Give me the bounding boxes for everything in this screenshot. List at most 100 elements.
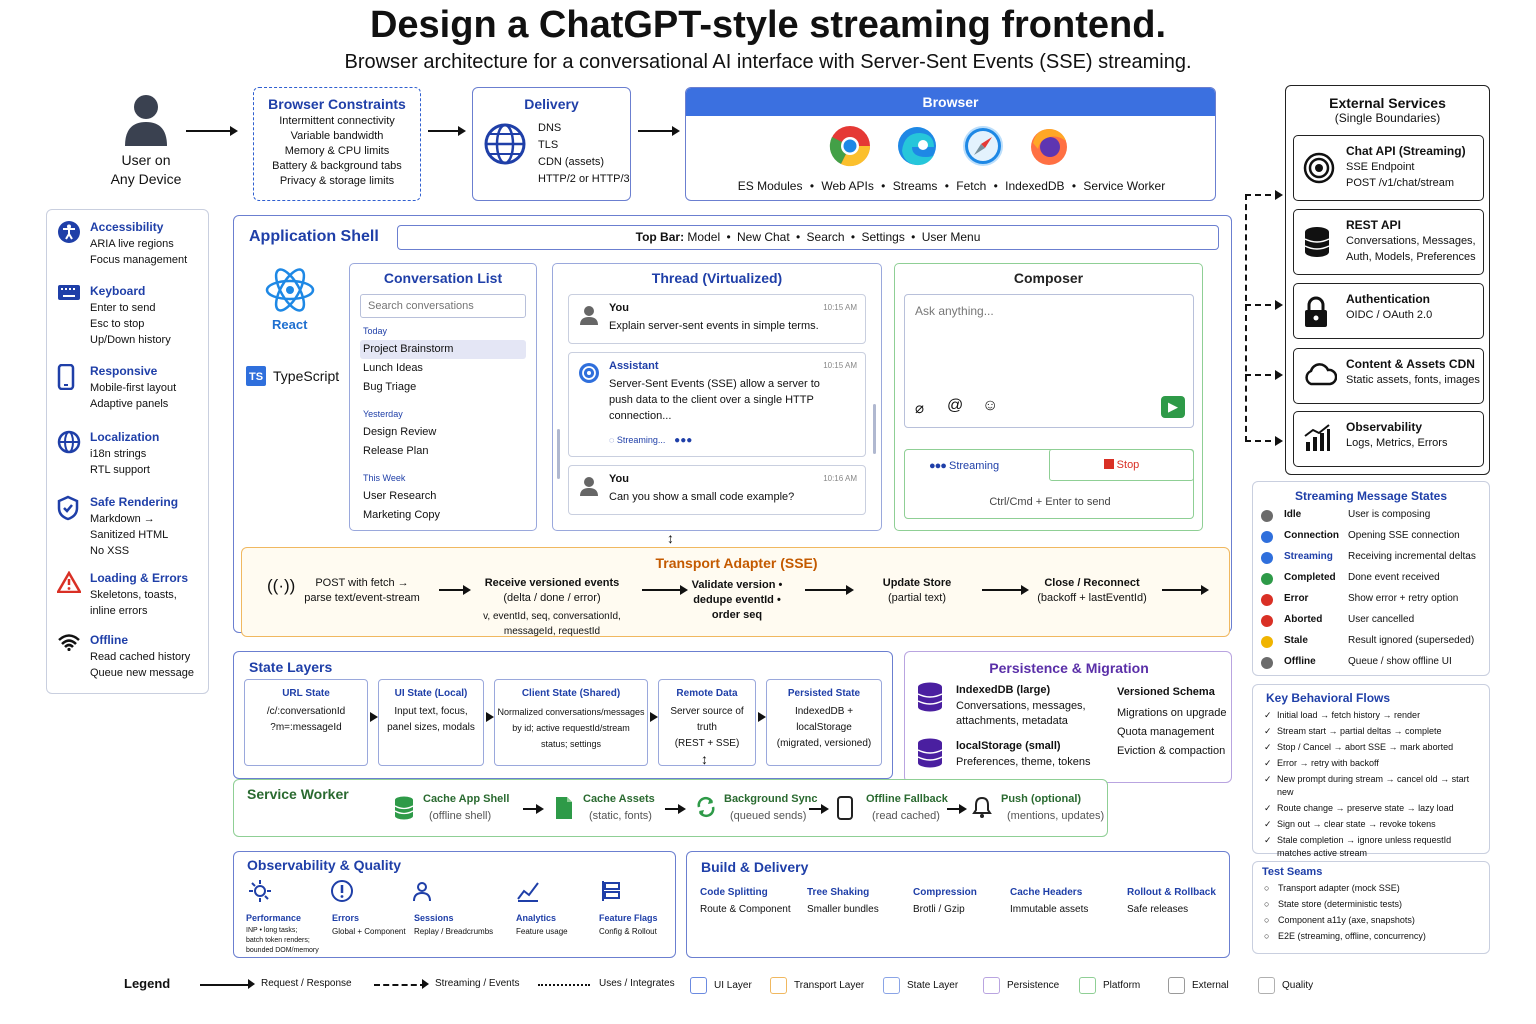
circle-icon: ○: [1264, 915, 1270, 925]
conversation-item[interactable]: Bug Triage: [360, 378, 526, 397]
delivery-title: Delivery: [524, 96, 579, 112]
observability-name: Analytics: [516, 913, 557, 923]
external-service-name: Content & Assets CDN: [1346, 357, 1475, 371]
conversation-item[interactable]: Marketing Copy: [360, 506, 526, 525]
composer-input[interactable]: Ask anything... ⌀ @ ☺ ▶: [904, 294, 1194, 428]
browser-feature: Streams: [892, 179, 938, 193]
check-icon: ✓: [1264, 710, 1272, 720]
top-bar-item[interactable]: Settings: [861, 230, 904, 244]
state-layer-card: Persisted State IndexedDB + localStorage (…: [766, 679, 882, 766]
flows-list: ✓ Initial load → fetch history → render ✓ S…: [1264, 709, 1489, 860]
observability-name: Errors: [332, 913, 360, 923]
sw-step-name: Cache App Shell: [423, 793, 510, 805]
flows-title: Key Behavioral Flows: [1266, 691, 1391, 705]
user-icon: [125, 95, 167, 146]
legend-layer-label: Transport Layer: [794, 980, 865, 991]
flow-text: New prompt during stream → cancel old → …: [1277, 774, 1470, 797]
top-bar-item[interactable]: New Chat: [737, 230, 790, 244]
persistence-box: Persistence & Migration IndexedDB (large…: [904, 651, 1232, 783]
cloud-icon: [1303, 361, 1338, 392]
flags-icon: [599, 879, 623, 908]
sidebar-item-detail: Queue new message: [90, 667, 194, 679]
transport-step: Receive versioned events (delta / done / …: [477, 576, 627, 639]
stop-icon: [1103, 459, 1114, 469]
send-icon[interactable]: ▶: [1161, 396, 1185, 418]
check-icon: ✓: [1264, 758, 1272, 768]
state-dot: [1261, 573, 1273, 585]
flow-item: ✓ Sign out → clear state → revoke tokens: [1264, 818, 1489, 831]
spinner-icon: ◌: [609, 435, 617, 445]
conversation-item[interactable]: Design Review: [360, 423, 526, 442]
error-icon: [330, 879, 354, 908]
arrow-constraints-delivery: [428, 126, 466, 136]
sw-step-name: Push (optional): [1001, 793, 1082, 805]
sidebar-item-detail: i18n strings: [90, 448, 147, 460]
external-title: External Services: [1329, 95, 1446, 111]
constraint-item: Variable bandwidth: [290, 130, 384, 142]
conversation-item[interactable]: User Research: [360, 487, 526, 506]
top-bar-item[interactable]: Search: [807, 230, 845, 244]
external-service-name: REST API: [1346, 218, 1401, 232]
top-bar-item[interactable]: Model: [687, 230, 720, 244]
dots-icon: ●●●: [929, 460, 947, 472]
state-desc: Queue / show offline UI: [1348, 656, 1452, 667]
browser-feature: IndexedDB: [1005, 179, 1065, 193]
conversation-group-label: This Week: [363, 473, 406, 483]
arrow: [642, 585, 688, 595]
flow-item: ✓ Stop / Cancel → abort SSE → mark aborte…: [1264, 741, 1489, 754]
sidebar-item-detail: Focus management: [90, 254, 188, 266]
external-service-card: Chat API (Streaming) SSE Endpoint POST /v1…: [1293, 135, 1484, 201]
sidebar-item-detail: ARIA live regions: [90, 238, 174, 250]
flow-item: ✓ Error → retry with backoff: [1264, 757, 1489, 770]
state-dot: [1261, 552, 1273, 564]
legend-layer-label: UI Layer: [714, 980, 752, 991]
arrow: [805, 585, 854, 595]
attach-icon[interactable]: ⌀: [915, 399, 924, 417]
build-item-sub: Brotli / Gzip: [913, 904, 965, 915]
emoji-icon[interactable]: ☺: [982, 397, 998, 415]
state-layer-card: UI State (Local) Input text, focus, panel …: [378, 679, 484, 766]
message-text: Server-Sent Events (SSE) allow a server …: [609, 378, 820, 422]
seams-list: ○ Transport adapter (mock SSE) ○ State stor…: [1264, 880, 1489, 944]
browser-title: Browser: [686, 88, 1215, 116]
legend-layer-label: State Layer: [907, 980, 959, 991]
stop-button[interactable]: Stop: [1049, 449, 1194, 481]
composer-panel: Composer Ask anything... ⌀ @ ☺ ▶ ●●● Str…: [894, 263, 1203, 531]
circle-icon: ○: [1264, 883, 1270, 893]
seam-text: Component a11y (axe, snapshots): [1278, 915, 1415, 925]
transport-step-sub: (delta / done / error): [503, 592, 601, 604]
flows-box: Key Behavioral Flows ✓ Initial load → fet…: [1252, 684, 1490, 858]
conversation-group-label: Yesterday: [363, 409, 403, 419]
bell-icon: [972, 796, 992, 823]
database-icon: [394, 796, 414, 825]
mention-icon[interactable]: @: [947, 397, 963, 415]
conversation-item[interactable]: Project Brainstorm: [360, 340, 526, 359]
chart-icon: [1303, 424, 1331, 457]
message-text: Explain server-sent events in simple ter…: [609, 320, 819, 332]
store-detail: attachments, metadata: [956, 715, 1068, 727]
external-service-detail: POST /v1/chat/stream: [1346, 177, 1455, 189]
flow-text: Route change → preserve state → lazy loa…: [1277, 803, 1454, 813]
streaming-label: Streaming: [949, 460, 1000, 472]
legend-swatch: [1168, 977, 1185, 994]
sidebar-item-title: Safe Rendering: [90, 495, 179, 509]
message-time: 10:15 AM: [823, 303, 857, 312]
state-layer-detail: status; settings: [540, 739, 602, 749]
thread-scrollbar-right[interactable]: [873, 404, 876, 454]
top-bar-item[interactable]: User Menu: [922, 230, 981, 244]
separator-dot: •: [806, 179, 818, 193]
sidebar-item-title: Loading & Errors: [90, 571, 189, 585]
transport-step-sub: (backoff + lastEventId): [1037, 592, 1147, 604]
transport-step-main: Receive versioned events: [484, 577, 620, 589]
dots-icon: ●●●: [671, 435, 693, 446]
separator-dot: •: [723, 230, 734, 244]
build-item-name: Compression: [913, 887, 977, 898]
conversation-item[interactable]: Release Plan: [360, 442, 526, 461]
wifi-icon: [57, 633, 81, 656]
search-input[interactable]: [360, 294, 526, 318]
message-card: Assistant 10:15 AM Server-Sent Events (SSE…: [568, 352, 866, 457]
legend-swatch: [770, 977, 787, 994]
conversation-item[interactable]: Lunch Ideas: [360, 359, 526, 378]
composer-controls: ●●● Streaming Stop Ctrl/Cmd + Enter to s…: [904, 449, 1194, 519]
thread-scrollbar-left[interactable]: [557, 429, 560, 479]
